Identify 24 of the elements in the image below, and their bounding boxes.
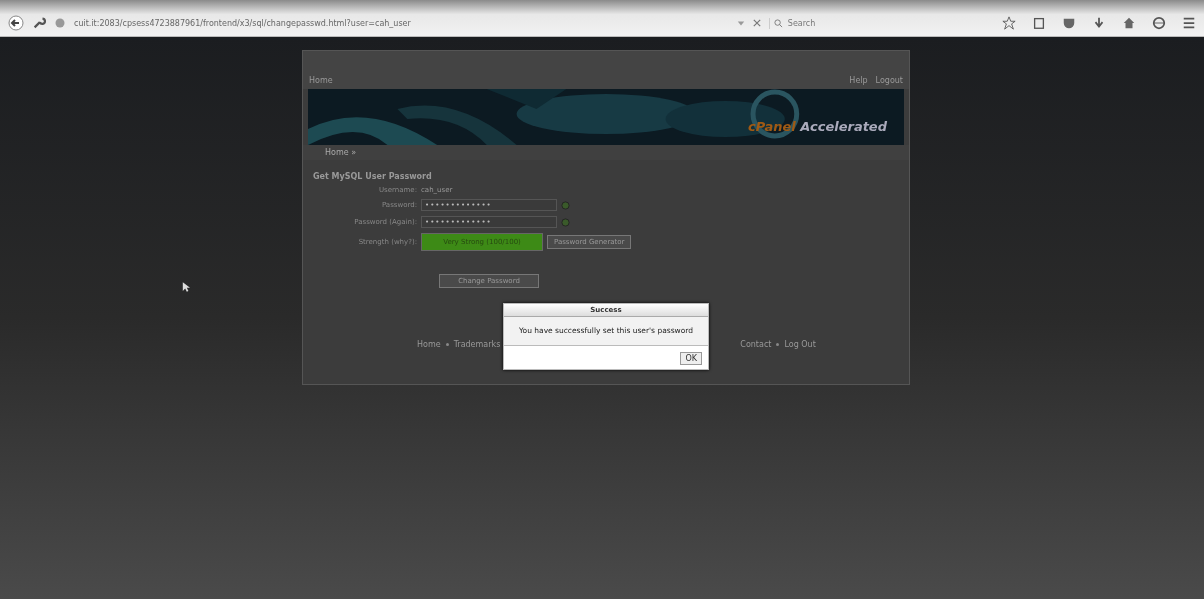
- star-icon[interactable]: [1002, 16, 1016, 30]
- mouse-cursor-icon: [182, 281, 190, 293]
- bullet-icon: [776, 343, 780, 346]
- wrench-icon[interactable]: [32, 16, 46, 30]
- search-icon: [773, 18, 783, 28]
- ok-button[interactable]: OK: [680, 352, 702, 365]
- footer-link[interactable]: Contact: [740, 340, 772, 349]
- clipboard-icon[interactable]: [1032, 16, 1046, 30]
- footer-link[interactable]: Trademarks: [453, 340, 501, 349]
- breadcrumb[interactable]: Home »: [303, 145, 909, 160]
- top-link[interactable]: Logout: [875, 76, 903, 85]
- footer-link[interactable]: Log Out: [784, 340, 816, 349]
- brand-logo: cPanel Accelerated: [748, 119, 887, 134]
- back-icon[interactable]: [8, 15, 24, 31]
- address-bar[interactable]: cuit.it:2083/cpsess4723887961/frontend/x3/sql/changepasswd.html?user=cah_user: [74, 18, 411, 28]
- section-heading: Get MySQL User Password: [313, 172, 433, 181]
- footer-link[interactable]: Home: [417, 340, 441, 349]
- bullet-icon: [445, 343, 449, 346]
- close-icon[interactable]: [752, 19, 761, 27]
- home-link[interactable]: Home: [309, 76, 333, 85]
- top-link[interactable]: Help: [849, 76, 868, 85]
- menu-icon[interactable]: [1182, 16, 1196, 30]
- home-icon[interactable]: [1122, 16, 1136, 30]
- download-icon[interactable]: [1092, 16, 1106, 30]
